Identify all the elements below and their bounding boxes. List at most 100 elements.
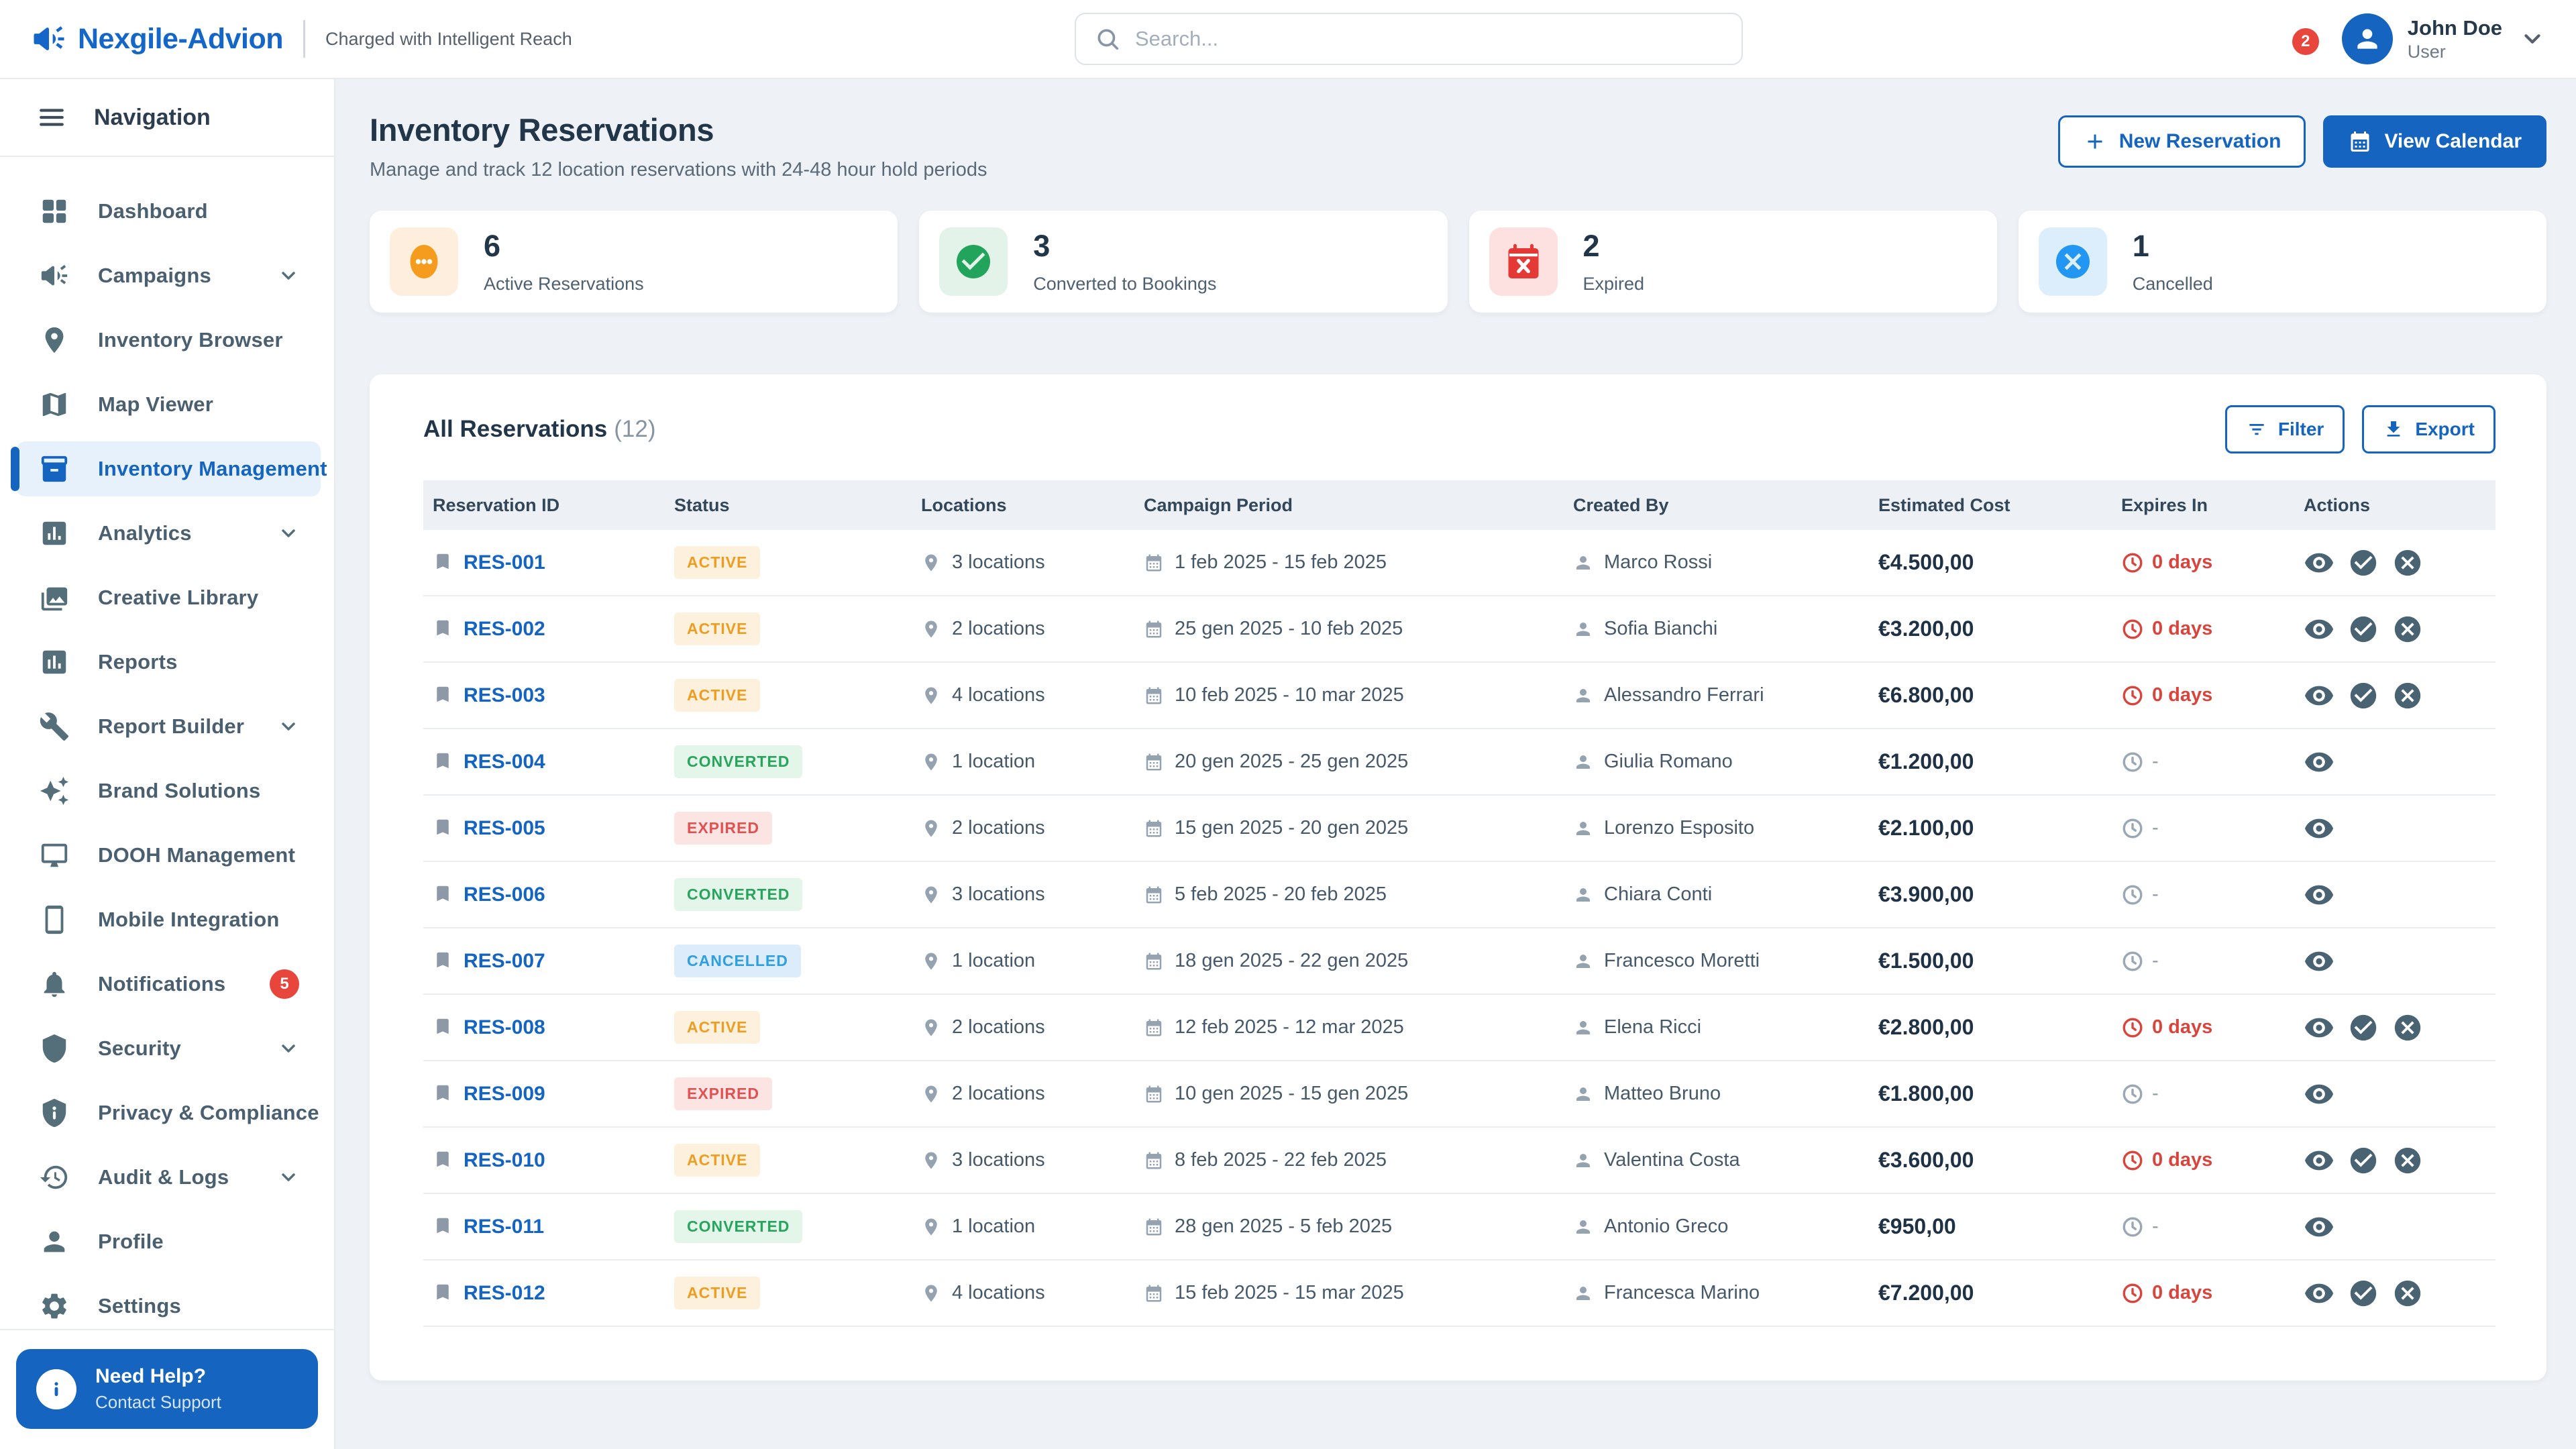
map-pin-icon [921, 1018, 941, 1038]
sidebar-item-report-builder[interactable]: Report Builder [16, 699, 321, 754]
sidebar-item-profile[interactable]: Profile [16, 1214, 321, 1269]
reservation-id-link[interactable]: RES-002 [464, 618, 545, 641]
view-action-button[interactable] [2304, 1278, 2334, 1309]
sidebar-item-mobile-integration[interactable]: Mobile Integration [16, 892, 321, 947]
chevron-down-icon[interactable] [2520, 26, 2545, 52]
sidebar-item-audit-logs[interactable]: Audit & Logs [16, 1150, 321, 1205]
view-calendar-button[interactable]: View Calendar [2323, 115, 2546, 168]
confirm-action-button[interactable] [2348, 1145, 2379, 1176]
confirm-action-button[interactable] [2348, 680, 2379, 711]
calendar-icon [2348, 129, 2372, 154]
view-action-button[interactable] [2304, 879, 2334, 910]
bookmark-icon [433, 1016, 453, 1039]
cancel-action-button[interactable] [2392, 1278, 2423, 1309]
x-circle-icon [2392, 547, 2423, 578]
view-action-button[interactable] [2304, 1079, 2334, 1110]
eye-icon [2304, 614, 2334, 645]
search-input[interactable] [1135, 27, 1723, 51]
bookmark-icon [433, 950, 453, 973]
search-icon [1095, 26, 1120, 52]
clock-icon [2121, 751, 2144, 773]
page-subtitle: Manage and track 12 location reservation… [370, 159, 987, 181]
reservation-id-link[interactable]: RES-004 [464, 751, 545, 773]
filter-button[interactable]: Filter [2225, 405, 2345, 453]
estimated-cost: €1.800,00 [1878, 1081, 1974, 1106]
reservations-table: Reservation IDStatusLocationsCampaign Pe… [423, 480, 2496, 1327]
sidebar-item-inventory-management[interactable]: Inventory Management [16, 441, 321, 496]
creative-library-icon [39, 582, 70, 613]
sidebar-item-privacy-compliance[interactable]: Privacy & Compliance [16, 1085, 321, 1140]
reservation-id-link[interactable]: RES-008 [464, 1016, 545, 1039]
cancel-action-button[interactable] [2392, 547, 2423, 578]
estimated-cost: €1.500,00 [1878, 949, 1974, 973]
view-action-button[interactable] [2304, 1212, 2334, 1242]
sidebar-item-brand-solutions[interactable]: Brand Solutions [16, 763, 321, 818]
hamburger-icon[interactable] [38, 103, 66, 131]
sidebar-item-reports[interactable]: Reports [16, 635, 321, 690]
sidebar-item-settings[interactable]: Settings [16, 1279, 321, 1329]
view-action-button[interactable] [2304, 1145, 2334, 1176]
view-action-button[interactable] [2304, 813, 2334, 844]
reservation-id-link[interactable]: RES-005 [464, 817, 545, 840]
sidebar-item-security[interactable]: Security [16, 1021, 321, 1076]
cancel-action-button[interactable] [2392, 614, 2423, 645]
help-card[interactable]: Need Help? Contact Support [16, 1349, 318, 1429]
cancel-action-button[interactable] [2392, 1145, 2423, 1176]
view-action-button[interactable] [2304, 946, 2334, 977]
campaign-period-text: 15 gen 2025 - 20 gen 2025 [1175, 817, 1408, 839]
view-action-button[interactable] [2304, 680, 2334, 711]
brand: Nexgile-Advion Charged with Intelligent … [31, 20, 572, 58]
reservation-id-link[interactable]: RES-010 [464, 1149, 545, 1172]
view-action-button[interactable] [2304, 547, 2334, 578]
view-action-button[interactable] [2304, 1012, 2334, 1043]
page-header: Inventory Reservations Manage and track … [370, 111, 2546, 181]
eye-icon [2304, 1278, 2334, 1309]
sidebar-item-notifications[interactable]: Notifications5 [16, 957, 321, 1012]
locations-text: 1 location [952, 751, 1035, 773]
cancel-action-button[interactable] [2392, 1012, 2423, 1043]
avatar[interactable] [2342, 13, 2393, 64]
sidebar-item-inventory-browser[interactable]: Inventory Browser [16, 313, 321, 368]
reservation-id-link[interactable]: RES-012 [464, 1282, 545, 1305]
confirm-action-button[interactable] [2348, 1012, 2379, 1043]
x-circle-icon [2392, 1278, 2423, 1309]
reservation-id-link[interactable]: RES-011 [464, 1216, 544, 1238]
reservation-id-link[interactable]: RES-003 [464, 684, 545, 707]
page-actions: New Reservation View Calendar [2058, 115, 2546, 168]
confirm-action-button[interactable] [2348, 614, 2379, 645]
global-search[interactable] [1075, 13, 1743, 65]
cancel-action-button[interactable] [2392, 680, 2423, 711]
view-action-button[interactable] [2304, 614, 2334, 645]
bookmark-icon [433, 1083, 453, 1106]
table-row-res-003: RES-003ACTIVE4 locations10 feb 2025 - 10… [423, 663, 2496, 729]
x-circle-icon [2392, 680, 2423, 711]
eye-icon [2304, 813, 2334, 844]
table-row-res-006: RES-006CONVERTED3 locations5 feb 2025 - … [423, 862, 2496, 928]
check-circle-icon [2348, 680, 2379, 711]
locations-text: 1 location [952, 950, 1035, 972]
confirm-action-button[interactable] [2348, 547, 2379, 578]
sidebar-item-analytics[interactable]: Analytics [16, 506, 321, 561]
sidebar-item-campaigns[interactable]: Campaigns [16, 248, 321, 303]
clock-icon [2121, 817, 2144, 840]
sidebar-item-dashboard[interactable]: Dashboard [16, 184, 321, 239]
new-reservation-button[interactable]: New Reservation [2058, 115, 2306, 168]
profile-icon [1573, 553, 1593, 573]
eye-icon [2304, 1212, 2334, 1242]
sidebar-item-creative-library[interactable]: Creative Library [16, 570, 321, 625]
reservation-id-link[interactable]: RES-006 [464, 883, 545, 906]
x-circle-icon [2392, 1012, 2423, 1043]
table-row-res-007: RES-007CANCELLED1 location18 gen 2025 - … [423, 928, 2496, 995]
reservation-id-link[interactable]: RES-009 [464, 1083, 545, 1106]
sidebar-item-dooh-management[interactable]: DOOH Management [16, 828, 321, 883]
view-action-button[interactable] [2304, 747, 2334, 777]
map-pin-icon [921, 619, 941, 639]
reservation-id-link[interactable]: RES-007 [464, 950, 545, 973]
export-button[interactable]: Export [2362, 405, 2496, 453]
status-badge: CONVERTED [674, 1210, 802, 1243]
clock-icon [2121, 883, 2144, 906]
confirm-action-button[interactable] [2348, 1278, 2379, 1309]
table-row-res-010: RES-010ACTIVE3 locations8 feb 2025 - 22 … [423, 1128, 2496, 1194]
reservation-id-link[interactable]: RES-001 [464, 551, 545, 574]
sidebar-item-map-viewer[interactable]: Map Viewer [16, 377, 321, 432]
